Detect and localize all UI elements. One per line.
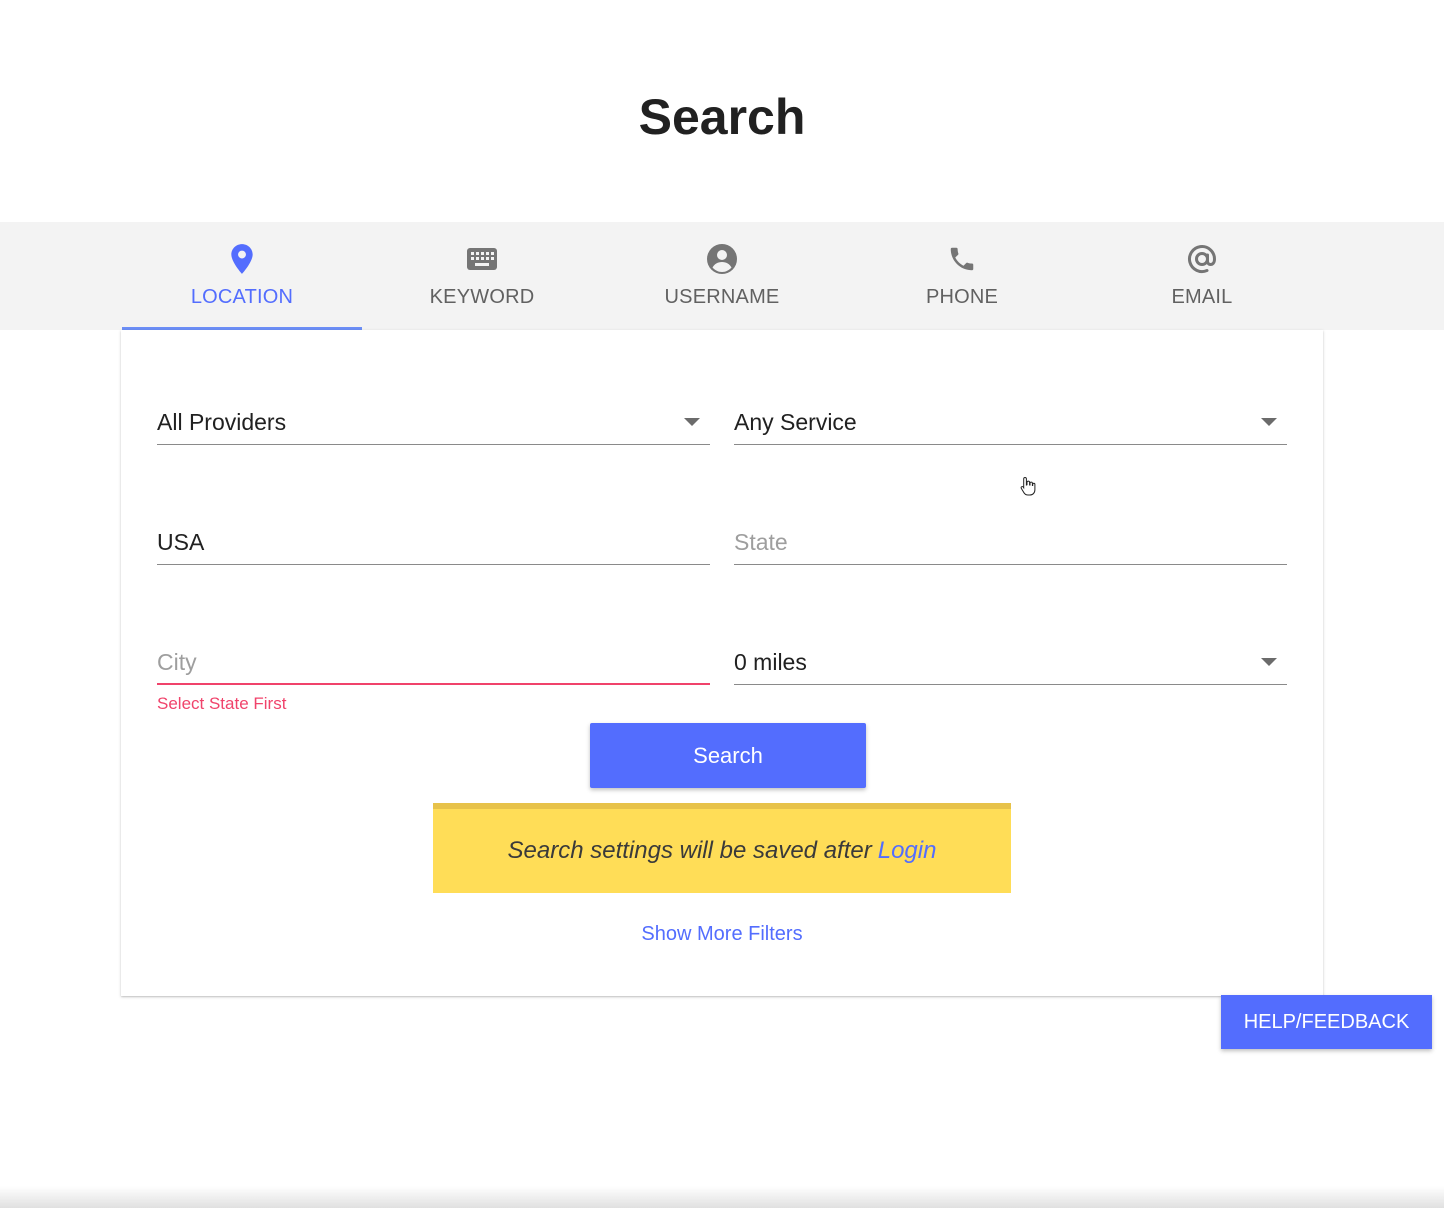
tab-label: EMAIL [1171,286,1233,308]
country-value: USA [157,529,205,555]
field-underline [157,444,710,445]
field-underline [734,564,1287,565]
city-field[interactable]: City [157,629,710,685]
search-form-card: All Providers Any Service USA State City… [121,330,1323,996]
tab-label: KEYWORD [429,286,535,308]
dropdown-arrow-icon [684,418,700,426]
city-placeholder: City [157,649,197,675]
hand-pointer-cursor-icon [1020,476,1036,496]
tab-location[interactable]: LOCATION [122,222,362,330]
service-value: Any Service [734,409,857,435]
location-pin-icon [225,242,259,276]
at-sign-icon [1185,242,1219,276]
search-type-tabs: LOCATION KEYWORD USERNAME PHONE EMAIL [122,222,1322,330]
tab-keyword[interactable]: KEYWORD [362,222,602,330]
state-field[interactable]: State [734,509,1287,565]
login-link[interactable]: Login [878,837,937,865]
show-more-filters-link[interactable]: Show More Filters [121,923,1323,946]
service-select[interactable]: Any Service [734,389,1287,445]
tab-email[interactable]: EMAIL [1082,222,1322,330]
field-underline [157,564,710,565]
radius-value: 0 miles [734,649,807,675]
phone-icon [945,242,979,276]
radius-select[interactable]: 0 miles [734,629,1287,685]
account-circle-icon [705,242,739,276]
field-underline-error [157,683,710,685]
page-title: Search [638,89,806,145]
keyboard-icon [465,242,499,276]
search-button[interactable]: Search [590,723,866,788]
search-type-tab-bar: LOCATION KEYWORD USERNAME PHONE EMAIL [0,222,1444,330]
dropdown-arrow-icon [1261,658,1277,666]
tab-username[interactable]: USERNAME [602,222,842,330]
state-placeholder: State [734,529,788,555]
search-page: Search LOCATION KEYWORD USERNAME PHONE E… [0,0,1444,1208]
tab-label: PHONE [925,286,999,308]
provider-value: All Providers [157,409,287,435]
tab-phone[interactable]: PHONE [842,222,1082,330]
tab-label: USERNAME [664,286,780,308]
city-error-message: Select State First [157,694,287,713]
field-underline [734,684,1287,685]
field-underline [734,444,1287,445]
notice-text: Search settings will be saved after [507,837,872,864]
country-field[interactable]: USA [157,509,710,565]
login-notice-banner: Search settings will be saved after Logi… [433,803,1011,893]
dropdown-arrow-icon [1261,418,1277,426]
bottom-edge-shadow [0,1186,1444,1208]
provider-select[interactable]: All Providers [157,389,710,445]
tab-label: LOCATION [190,286,294,308]
help-feedback-button[interactable]: HELP/FEEDBACK [1221,995,1432,1049]
